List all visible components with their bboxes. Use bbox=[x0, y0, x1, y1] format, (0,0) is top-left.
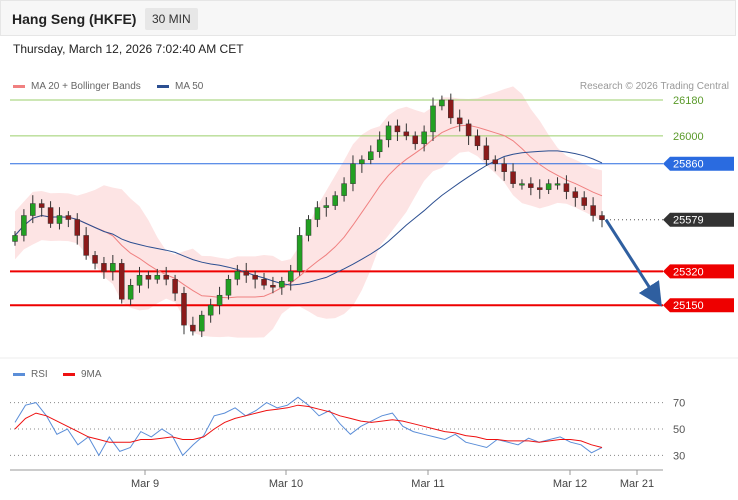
price-chart[interactable]: 26180 26000 25860 25579 25320 25150 70 50 30 Ma… bbox=[0, 0, 738, 500]
level-label-26000: 26000 bbox=[673, 131, 704, 143]
candle-body bbox=[430, 105, 436, 133]
level-label-25579: 25579 bbox=[673, 215, 704, 227]
candle-body bbox=[323, 205, 330, 208]
candle-body bbox=[483, 145, 490, 160]
candle-body bbox=[590, 205, 596, 216]
candle-body bbox=[599, 215, 605, 220]
candle-body bbox=[47, 207, 54, 224]
candle-body bbox=[252, 275, 258, 280]
candle-body bbox=[234, 271, 241, 280]
level-label-25320: 25320 bbox=[673, 266, 704, 278]
candle-body bbox=[456, 117, 463, 125]
candle-body bbox=[172, 279, 178, 294]
level-label-25150: 25150 bbox=[673, 300, 704, 312]
candle-body bbox=[572, 191, 579, 198]
candle-body bbox=[65, 215, 72, 220]
candle-body bbox=[92, 255, 98, 264]
rsi-tick-70: 70 bbox=[673, 398, 685, 410]
candle-body bbox=[332, 195, 338, 206]
candle-body bbox=[305, 219, 312, 236]
candle-body bbox=[12, 235, 18, 242]
candle-body bbox=[199, 314, 205, 332]
level-label-25860: 25860 bbox=[673, 159, 704, 171]
candle-body bbox=[38, 203, 45, 208]
bollinger-band bbox=[15, 86, 602, 338]
candle-body bbox=[270, 285, 276, 288]
candle-body bbox=[528, 183, 534, 188]
candle-body bbox=[492, 159, 499, 164]
candle-body bbox=[110, 263, 116, 272]
candle-body bbox=[412, 135, 418, 145]
candle-body bbox=[216, 294, 223, 306]
candle-body bbox=[296, 235, 303, 272]
candle-body bbox=[448, 99, 454, 119]
candle-body bbox=[118, 263, 125, 300]
candle-body bbox=[581, 197, 587, 206]
candle-body bbox=[474, 135, 481, 147]
candle-body bbox=[127, 285, 134, 300]
candle-body bbox=[359, 159, 365, 164]
candle-body bbox=[554, 183, 561, 186]
candle-body bbox=[465, 123, 472, 137]
forecast-arrow bbox=[604, 218, 662, 307]
candle-body bbox=[287, 271, 294, 282]
candle-body bbox=[376, 139, 383, 153]
candle-body bbox=[341, 183, 347, 196]
candle-body bbox=[154, 275, 161, 280]
candle-body bbox=[145, 275, 152, 280]
rsi-tick-30: 30 bbox=[673, 450, 685, 462]
candle-body bbox=[243, 271, 249, 276]
candle-body bbox=[403, 131, 410, 137]
candle-body bbox=[163, 275, 169, 280]
candle-body bbox=[394, 125, 401, 133]
candle-body bbox=[190, 324, 196, 332]
time-label: Mar 11 bbox=[411, 478, 444, 490]
candle-body bbox=[21, 215, 27, 236]
time-label: Mar 12 bbox=[553, 478, 587, 490]
candle-body bbox=[545, 183, 552, 190]
level-label-26180: 26180 bbox=[673, 95, 704, 107]
candle-body bbox=[536, 187, 543, 190]
candle-body bbox=[181, 292, 187, 326]
time-label: Mar 21 bbox=[620, 478, 654, 490]
candle-body bbox=[279, 281, 285, 288]
time-label: Mar 9 bbox=[131, 478, 159, 490]
candle-body bbox=[368, 151, 374, 160]
candle-body bbox=[136, 275, 143, 286]
candle-body bbox=[501, 163, 507, 172]
candle-body bbox=[563, 183, 570, 192]
9ma-line bbox=[14, 404, 603, 448]
candle-body bbox=[30, 203, 36, 216]
rsi-tick-50: 50 bbox=[673, 424, 685, 436]
candle-body bbox=[56, 215, 63, 224]
candle-body bbox=[207, 304, 214, 316]
candle-body bbox=[519, 183, 525, 186]
candle-body bbox=[74, 219, 81, 236]
candle-body bbox=[225, 279, 232, 296]
candle-body bbox=[421, 131, 427, 145]
candle-body bbox=[439, 99, 445, 107]
candle-body bbox=[101, 263, 107, 272]
time-label: Mar 10 bbox=[269, 478, 303, 490]
candle-body bbox=[314, 207, 321, 220]
candle-body bbox=[510, 171, 516, 184]
candle-body bbox=[261, 279, 267, 286]
candle-body bbox=[83, 235, 89, 256]
candle-body bbox=[385, 125, 392, 141]
candle-body bbox=[350, 163, 356, 184]
